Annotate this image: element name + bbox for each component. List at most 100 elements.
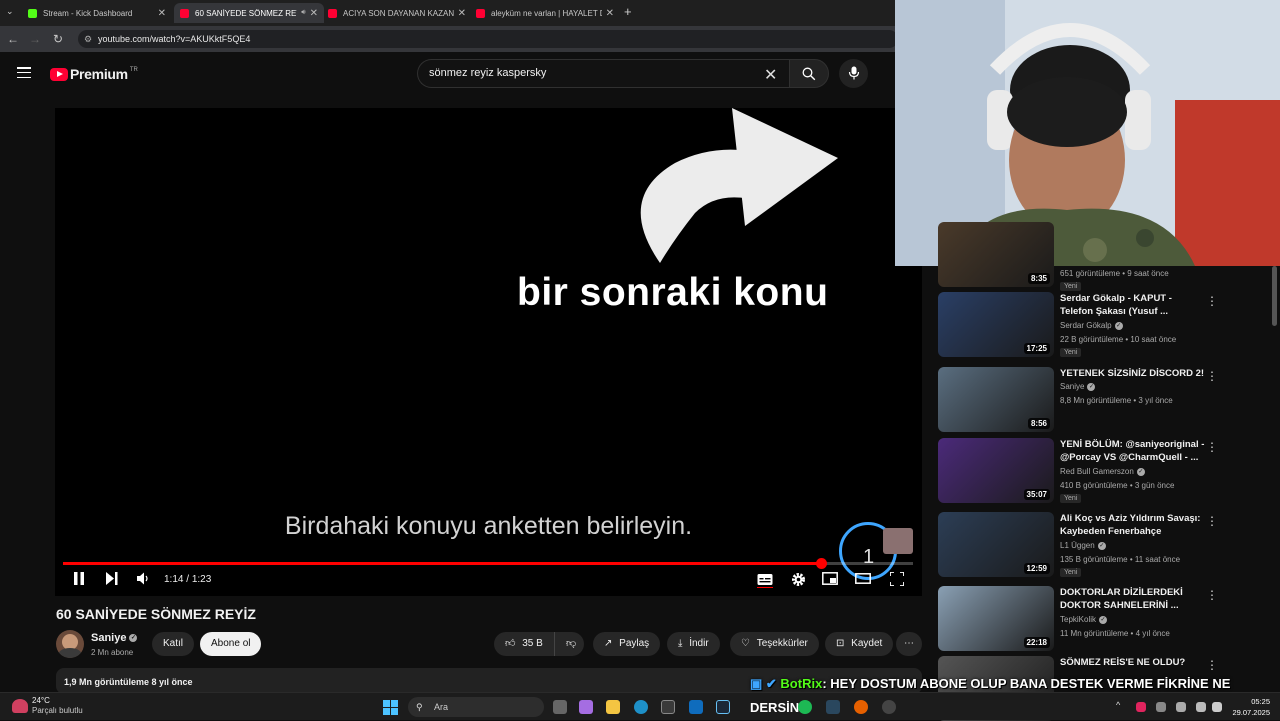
tray-app-icon[interactable] (1136, 702, 1146, 712)
edge-browser-icon[interactable] (634, 700, 648, 714)
subtitles-button[interactable] (757, 572, 773, 591)
sidebar-video-title[interactable]: DOKTORLAR DİZİLERDEKİ DOKTOR SAHNELERİNİ… (1060, 586, 1205, 612)
windows-start-icon[interactable] (383, 700, 398, 715)
browser-tab[interactable]: ACIYA SON DAYANAN KAZANIR ✕ (322, 3, 472, 23)
share-arrow-icon: ↗ (604, 638, 613, 649)
theater-mode-button[interactable] (855, 572, 871, 587)
next-video-button[interactable] (105, 572, 118, 588)
taskbar-clock[interactable]: 05:25 29.07.2025 (1232, 696, 1270, 718)
clear-search-icon[interactable]: ✕ (764, 65, 777, 85)
volume-button[interactable] (137, 572, 150, 588)
sidebar-video-title[interactable]: Ali Koç vs Aziz Yıldırım Savaşı: Kaybede… (1060, 512, 1205, 538)
progress-bar[interactable] (63, 558, 913, 569)
weather-icon[interactable] (12, 699, 28, 713)
steam-app-icon[interactable] (826, 700, 840, 714)
tab-close-icon[interactable]: ✕ (606, 8, 614, 19)
browser-tab[interactable]: 60 SANİYEDE SÖNMEZ REYİ 🔊︎ ✕ (174, 3, 324, 23)
join-button[interactable]: Katıl (152, 632, 195, 656)
video-player[interactable]: bir sonraki konu Birdahaki konuyu ankett… (55, 108, 922, 596)
video-thumbnail[interactable]: 12:59 (938, 512, 1054, 577)
store-icon[interactable] (661, 700, 675, 714)
youtube-premium-logo[interactable]: Premium TR (50, 66, 138, 82)
firefox-icon[interactable] (854, 700, 868, 714)
verified-check-icon: ✓ (1099, 615, 1108, 624)
tab-search-chevron-icon[interactable]: ⌄ (6, 6, 14, 17)
video-thumbnail[interactable]: 17:25 (938, 292, 1054, 357)
clock-time: 05:25 (1251, 697, 1270, 706)
share-button[interactable]: ↗ Paylaş (593, 632, 661, 656)
steam-icon[interactable] (716, 700, 730, 714)
more-vert-icon[interactable]: ⋮ (1206, 514, 1218, 528)
outlook-icon[interactable] (689, 700, 703, 714)
tab-audio-icon[interactable]: 🔊︎ (301, 9, 305, 17)
tab-title: aleyküm ne varlan | HAYALET D (491, 8, 602, 18)
sidebar-video-title[interactable]: Serdar Gökalp - KAPUT - Telefon Şakası (… (1060, 292, 1205, 318)
search-button[interactable] (789, 59, 829, 88)
more-vert-icon[interactable]: ⋮ (1206, 294, 1218, 308)
channel-avatar[interactable] (56, 630, 84, 658)
more-vert-icon[interactable]: ⋮ (1206, 369, 1218, 383)
video-thumbnail[interactable]: 35:07 (938, 438, 1054, 503)
sidebar-channel[interactable]: Saniye ✓ (1060, 382, 1096, 391)
like-count: 35 B (522, 638, 543, 649)
video-thumbnail[interactable]: 22:18 (938, 586, 1054, 651)
sidebar-video-title[interactable]: YENİ BÖLÜM: @saniyeoriginal - @Porcay VS… (1060, 438, 1205, 464)
url-field[interactable]: ⚙ youtube.com/watch?v=AKUKktF5QE4 (78, 30, 898, 48)
save-button[interactable]: ⊡ Kaydet (825, 632, 894, 656)
download-button[interactable]: ⤓ İndir (667, 632, 720, 656)
spotify-icon[interactable] (798, 700, 812, 714)
tab-close-icon[interactable]: ✕ (458, 8, 466, 19)
tab-close-icon[interactable]: ✕ (310, 8, 318, 19)
taskbar-search-box[interactable]: ⚲ Ara (408, 697, 544, 717)
settings-app-icon[interactable] (882, 700, 896, 714)
search-input[interactable]: sönmez reyiz kaspersky (417, 59, 789, 88)
fullscreen-button[interactable] (889, 571, 905, 589)
channel-name[interactable]: Saniye ✓ (91, 632, 138, 644)
pause-button[interactable] (73, 572, 85, 588)
more-vert-icon[interactable]: ⋮ (1206, 658, 1218, 672)
video-thumbnail[interactable]: 8:35 (938, 222, 1054, 287)
sidebar-channel[interactable]: Red Bull Gamerszon ✓ (1060, 467, 1145, 476)
like-button[interactable]: 👍︎ 35 B (494, 632, 554, 656)
sidebar-channel[interactable]: Serdar Gökalp ✓ (1060, 321, 1123, 330)
browser-tab[interactable]: aleyküm ne varlan | HAYALET D ✕ (470, 3, 620, 23)
sidebar-channel[interactable]: TepkiKolik ✓ (1060, 615, 1108, 624)
file-explorer-icon[interactable] (606, 700, 620, 714)
forward-arrow-icon[interactable]: → (28, 32, 42, 46)
back-arrow-icon[interactable]: ← (6, 32, 20, 46)
settings-button[interactable] (791, 572, 806, 590)
reload-icon[interactable]: ↻ (51, 32, 65, 46)
browser-tab[interactable]: Stream - Kick Dashboard ✕ (22, 3, 172, 23)
thanks-button[interactable]: ♡ Teşekkürler (730, 632, 819, 656)
hamburger-menu-icon[interactable] (17, 67, 31, 79)
thanks-label: Teşekkürler (756, 638, 808, 649)
tab-close-icon[interactable]: ✕ (158, 8, 166, 19)
sidebar-video-title[interactable]: YETENEK SİZSİNİZ DİSCORD 2! (1060, 367, 1205, 380)
subscribe-button[interactable]: Abone ol (200, 632, 262, 656)
tray-chevron-icon[interactable]: ^ (1116, 700, 1120, 710)
more-vert-icon[interactable]: ⋮ (1206, 588, 1218, 602)
tray-wifi-icon[interactable] (1156, 702, 1166, 712)
tray-display-icon[interactable] (1196, 702, 1206, 712)
site-info-icon[interactable]: ⚙ (84, 30, 92, 48)
more-vert-icon[interactable]: ⋮ (1206, 440, 1218, 454)
sidebar-video-title[interactable]: SÖNMEZ REİS'E NE OLDU? (1060, 656, 1205, 669)
progress-scrubber[interactable] (816, 558, 828, 569)
sidebar-scrollbar[interactable] (1272, 266, 1277, 326)
sidebar-channel-name: Saniye (1060, 382, 1085, 391)
sidebar-channel[interactable]: L1 Üggen ✓ (1060, 541, 1106, 550)
copilot-icon[interactable] (579, 700, 593, 714)
endcard-thumbnail[interactable] (883, 528, 913, 554)
tray-mic-icon[interactable] (1176, 702, 1186, 712)
video-thumbnail[interactable]: 8:56 (938, 367, 1054, 432)
task-view-icon[interactable] (553, 700, 567, 714)
weather-widget[interactable]: 24°C Parçalı bulutlu (32, 696, 83, 716)
more-horizontal-icon: ⋯ (904, 638, 914, 649)
voice-search-button[interactable] (839, 59, 868, 88)
tray-volume-icon[interactable] (1212, 702, 1222, 712)
sidebar-channel-name: Red Bull Gamerszon (1060, 467, 1134, 476)
new-tab-plus-icon[interactable]: + (624, 4, 632, 19)
miniplayer-button[interactable] (822, 572, 838, 588)
more-actions-button[interactable]: ⋯ (896, 632, 922, 656)
dislike-button[interactable]: 👎︎ (554, 632, 584, 656)
